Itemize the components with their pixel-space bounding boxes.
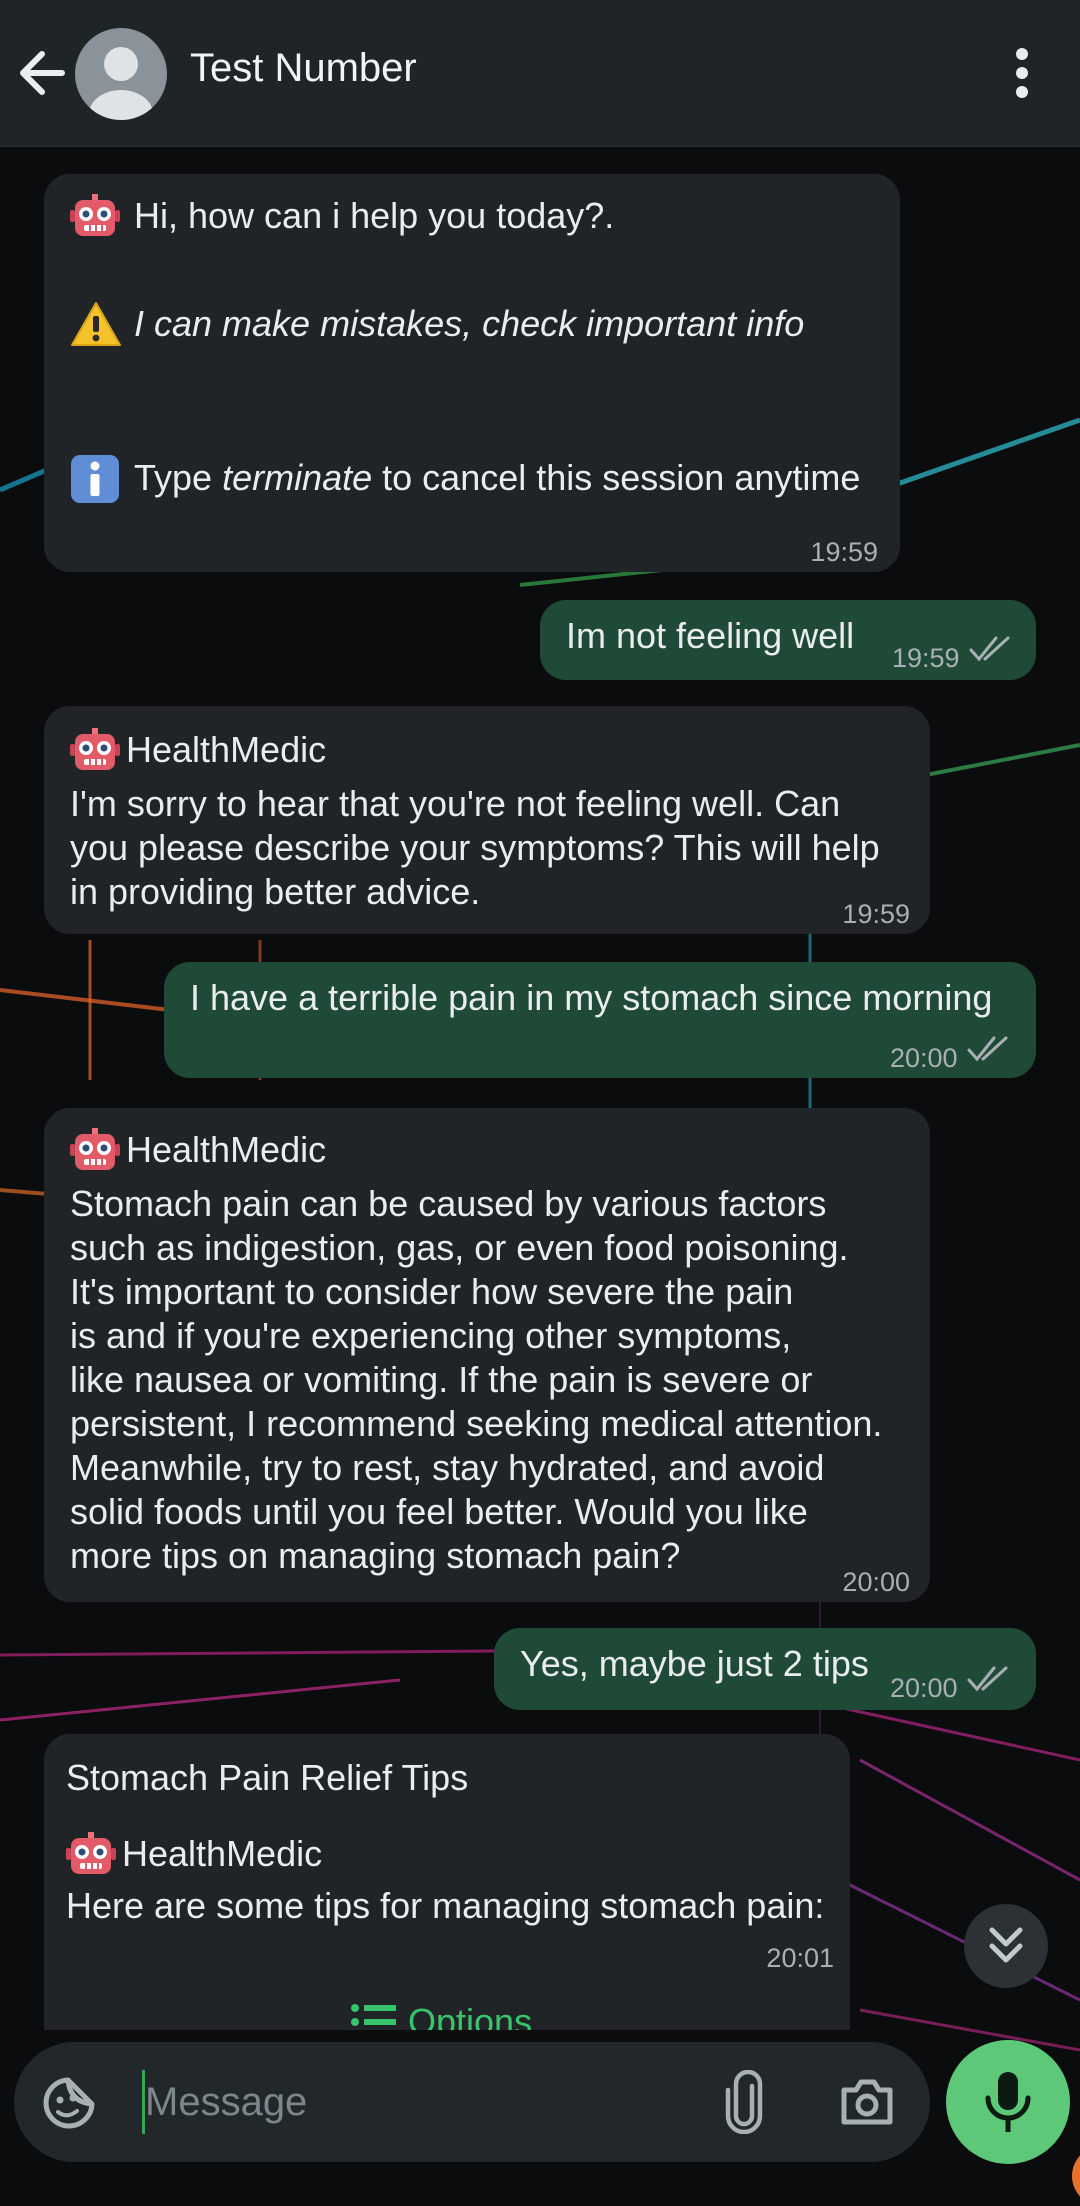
greeting-text: Hi, how can i help you today?. bbox=[134, 195, 615, 236]
interactive-list-message[interactable]: Stomach Pain Relief Tips HealthMedic Her… bbox=[44, 1734, 850, 2030]
back-button[interactable] bbox=[14, 38, 78, 108]
outgoing-message-bubble[interactable]: Im not feeling well 19:59 bbox=[540, 600, 1036, 680]
message-timestamp: 20:00 bbox=[890, 1673, 958, 1703]
emoji-button[interactable] bbox=[40, 2074, 98, 2132]
robot-emoji-icon bbox=[70, 726, 120, 776]
list-icon bbox=[351, 2004, 396, 2026]
double-check-icon bbox=[966, 1664, 1012, 1694]
double-check-icon bbox=[966, 1034, 1012, 1064]
message-timestamp: 20:00 bbox=[890, 1043, 958, 1073]
scroll-to-bottom-button[interactable] bbox=[964, 1904, 1048, 1988]
contact-name[interactable]: Test Number bbox=[190, 46, 417, 91]
message-text: Here are some tips for managing stomach … bbox=[66, 1885, 825, 1926]
person-icon bbox=[89, 47, 153, 120]
message-timestamp: 20:01 bbox=[766, 1943, 834, 1973]
sender-name: HealthMedic bbox=[126, 1129, 327, 1170]
message-text: I'm sorry to hear that you're not feelin… bbox=[70, 783, 880, 912]
message-composer bbox=[14, 2042, 930, 2162]
incoming-message-bubble[interactable]: HealthMedic I'm sorry to hear that you'r… bbox=[44, 706, 930, 934]
arrow-left-icon bbox=[20, 51, 65, 95]
sticker-icon bbox=[43, 2077, 95, 2129]
outgoing-message-bubble[interactable]: Yes, maybe just 2 tips 20:00 bbox=[494, 1628, 1036, 1710]
info-text-prefix: Type bbox=[134, 457, 223, 498]
more-vertical-icon bbox=[1016, 48, 1028, 98]
info-emoji-icon bbox=[71, 455, 119, 503]
outgoing-message-bubble[interactable]: I have a terrible pain in my stomach sin… bbox=[164, 962, 1036, 1078]
message-input[interactable] bbox=[142, 2070, 705, 2134]
warning-text: I can make mistakes, check important inf… bbox=[134, 303, 805, 344]
message-text: Im not feeling well bbox=[566, 615, 855, 656]
attach-button[interactable] bbox=[720, 2069, 770, 2135]
message-title: Stomach Pain Relief Tips bbox=[66, 1757, 469, 1798]
double-chevron-down-icon bbox=[989, 1927, 1023, 1963]
warning-emoji-icon bbox=[71, 302, 121, 346]
options-button[interactable]: Options bbox=[350, 2000, 532, 2030]
paperclip-icon bbox=[725, 2069, 763, 2135]
message-text: Yes, maybe just 2 tips bbox=[520, 1643, 869, 1684]
camera-icon bbox=[841, 2079, 893, 2125]
incoming-message-bubble[interactable]: HealthMedic Stomach pain can be caused b… bbox=[44, 1108, 930, 1602]
options-label: Options bbox=[408, 2001, 533, 2030]
message-timestamp: 19:59 bbox=[810, 537, 878, 567]
microphone-icon bbox=[985, 2072, 1031, 2132]
message-timestamp: 20:00 bbox=[842, 1567, 910, 1597]
double-check-icon bbox=[968, 634, 1014, 664]
message-text: Stomach pain can be caused by various fa… bbox=[70, 1183, 883, 1576]
message-timestamp: 19:59 bbox=[892, 643, 960, 673]
robot-emoji-icon bbox=[70, 192, 120, 242]
contact-avatar[interactable] bbox=[75, 28, 167, 120]
sender-name: HealthMedic bbox=[122, 1833, 323, 1874]
message-timestamp: 19:59 bbox=[842, 899, 910, 929]
message-text: I have a terrible pain in my stomach sin… bbox=[190, 977, 993, 1018]
camera-button[interactable] bbox=[838, 2074, 896, 2128]
info-text-suffix: to cancel this session anytime bbox=[372, 457, 861, 498]
overflow-menu-button[interactable] bbox=[1000, 40, 1044, 106]
info-text: Type terminate to cancel this session an… bbox=[134, 456, 860, 500]
incoming-message-bubble[interactable]: Hi, how can i help you today?. I can mak… bbox=[44, 174, 900, 572]
terminate-keyword: terminate bbox=[222, 457, 373, 498]
chat-header: Test Number bbox=[0, 0, 1080, 147]
robot-emoji-icon bbox=[66, 1830, 116, 1880]
robot-emoji-icon bbox=[70, 1126, 120, 1176]
voice-record-button[interactable] bbox=[946, 2040, 1070, 2164]
sender-name: HealthMedic bbox=[126, 729, 327, 770]
